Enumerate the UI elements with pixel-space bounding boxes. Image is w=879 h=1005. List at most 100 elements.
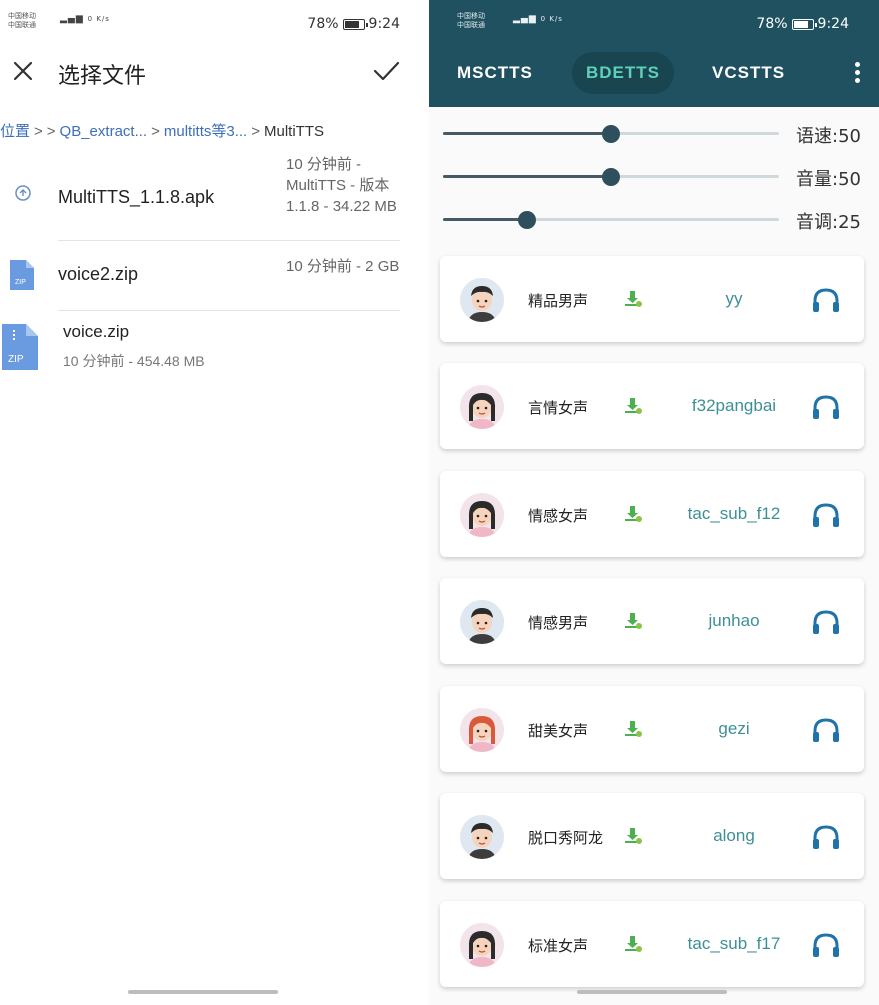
slider-label: 音量:50 [796,169,861,190]
headphone-icon[interactable] [811,931,841,959]
breadcrumb-current: MultiTTS [263,123,324,140]
divider [58,240,400,241]
avatar [460,385,504,429]
voice-id: f32pangbai [691,396,777,415]
battery-percent: 78% [307,16,339,32]
net-speed: 0 K/s [540,15,563,23]
clock: 9:24 [368,16,400,32]
battery-percent: 78% [756,16,788,32]
carrier-1: 中国移动 [8,12,36,20]
voice-name: 甜美女声 [528,722,589,740]
status-right: 78% 9:24 [756,16,849,32]
headphone-icon[interactable] [811,501,841,529]
avatar [460,708,504,752]
tab-vcstts[interactable]: VCSTTS [712,52,785,94]
status-right: 78% 9:24 [307,16,400,32]
page-title: 选择文件 [58,64,147,89]
slider-row: 音调:25 [443,205,873,235]
voice-card[interactable]: 标准女声 tac_sub_f17 [440,901,864,987]
breadcrumb: 位置 > > QB_extract... > multitts等3... > MultiTTS [0,120,418,144]
slider-label: 音调:25 [796,212,861,233]
download-icon[interactable] [622,503,644,525]
battery-icon [791,18,817,30]
signal-icon: ▂▄▆ [60,14,84,24]
app-root: 中国移动 中国联通 ▂▄▆ 0 K/s 78% 9:24 选择文件 位置 > >… [0,0,879,1005]
download-icon[interactable] [622,933,644,955]
file-row-voice[interactable]: ZIP voice.zip 10 分钟前 - 454.48 MB [0,318,418,380]
slider-fill [443,132,611,135]
slider-track[interactable] [443,211,779,229]
voice-card[interactable]: 脱口秀阿龙 along [440,793,864,879]
slider-thumb[interactable] [602,168,620,186]
voice-card[interactable]: 情感女声 tac_sub_f12 [440,471,864,557]
home-indicator[interactable] [577,990,727,994]
slider-row: 音量:50 [443,162,873,192]
avatar [460,600,504,644]
app-bar: 中国移动 中国联通 ▂▄▆ 0 K/s 78% 9:24 MSCTTS BDET… [429,0,879,107]
zip-icon: ZIP [2,324,38,370]
voice-name: 脱口秀阿龙 [528,829,604,847]
chevron-right-icon: > [46,123,56,140]
signal-icon: ▂▄▆ [513,14,537,24]
tab-msctts[interactable]: MSCTTS [457,52,533,94]
picker-toolbar: 选择文件 [0,52,418,96]
slider-track[interactable] [443,168,779,186]
headphone-icon[interactable] [811,608,841,636]
voice-name: 言情女声 [528,399,589,417]
file-meta: 10 分钟前 - 454.48 MB [63,353,205,369]
headphone-icon[interactable] [811,286,841,314]
download-icon[interactable] [622,825,644,847]
carrier-2: 中国联通 [8,21,36,29]
voice-name: 精品男声 [528,292,589,310]
file-row-voice2[interactable]: ZIP voice2.zip 10 分钟前 - 2 GB [0,248,418,310]
headphone-icon[interactable] [811,823,841,851]
voice-id: along [713,826,755,845]
file-picker-screen: 中国移动 中国联通 ▂▄▆ 0 K/s 78% 9:24 选择文件 位置 > >… [0,0,418,1005]
signal-icons: ▂▄▆ 0 K/s [60,14,110,24]
avatar [460,815,504,859]
slider-fill [443,218,527,221]
voice-card[interactable]: 甜美女声 gezi [440,686,864,772]
close-icon[interactable] [10,58,36,84]
more-menu-icon[interactable] [853,62,861,84]
divider [58,310,400,311]
home-indicator[interactable] [128,990,278,994]
signal-icons: ▂▄▆ 0 K/s [513,14,563,24]
breadcrumb-item[interactable]: multitts等3... [164,120,247,141]
avatar [460,278,504,322]
voice-id: tac_sub_f12 [687,504,781,523]
breadcrumb-item[interactable]: 位置 [0,120,30,141]
file-name: voice2.zip [58,264,139,284]
voice-name: 情感男声 [528,614,589,632]
voice-card[interactable]: 情感男声 junhao [440,578,864,664]
voice-name: 标准女声 [528,937,589,955]
tts-screen: 中国移动 中国联通 ▂▄▆ 0 K/s 78% 9:24 MSCTTS BDET… [429,0,879,1005]
download-icon[interactable] [622,718,644,740]
battery-icon [342,18,368,30]
avatar [460,923,504,967]
download-icon[interactable] [622,610,644,632]
confirm-check-icon[interactable] [372,58,400,84]
chevron-right-icon: > [251,123,260,140]
voice-name: 情感女声 [528,507,589,525]
clock: 9:24 [817,16,849,32]
voice-card[interactable]: 言情女声 f32pangbai [440,363,864,449]
download-icon[interactable] [622,395,644,417]
slider-thumb[interactable] [602,125,620,143]
voice-id: gezi [718,719,750,738]
file-row-apk[interactable]: MultiTTS_1.1.8.apk 10 分钟前 - MultiTTS - 版… [0,152,418,240]
headphone-icon[interactable] [811,393,841,421]
download-icon[interactable] [622,288,644,310]
voice-id: yy [725,289,743,308]
slider-label: 语速:50 [796,126,861,147]
avatar [460,493,504,537]
slider-track[interactable] [443,125,779,143]
tab-bdetts[interactable]: BDETTS [572,52,674,94]
breadcrumb-item[interactable]: QB_extract... [60,123,148,140]
slider-thumb[interactable] [518,211,536,229]
voice-card[interactable]: 精品男声 yy [440,256,864,342]
headphone-icon[interactable] [811,716,841,744]
voice-id: tac_sub_f17 [687,934,781,953]
zip-label: ZIP [8,354,24,365]
slider-fill [443,175,611,178]
